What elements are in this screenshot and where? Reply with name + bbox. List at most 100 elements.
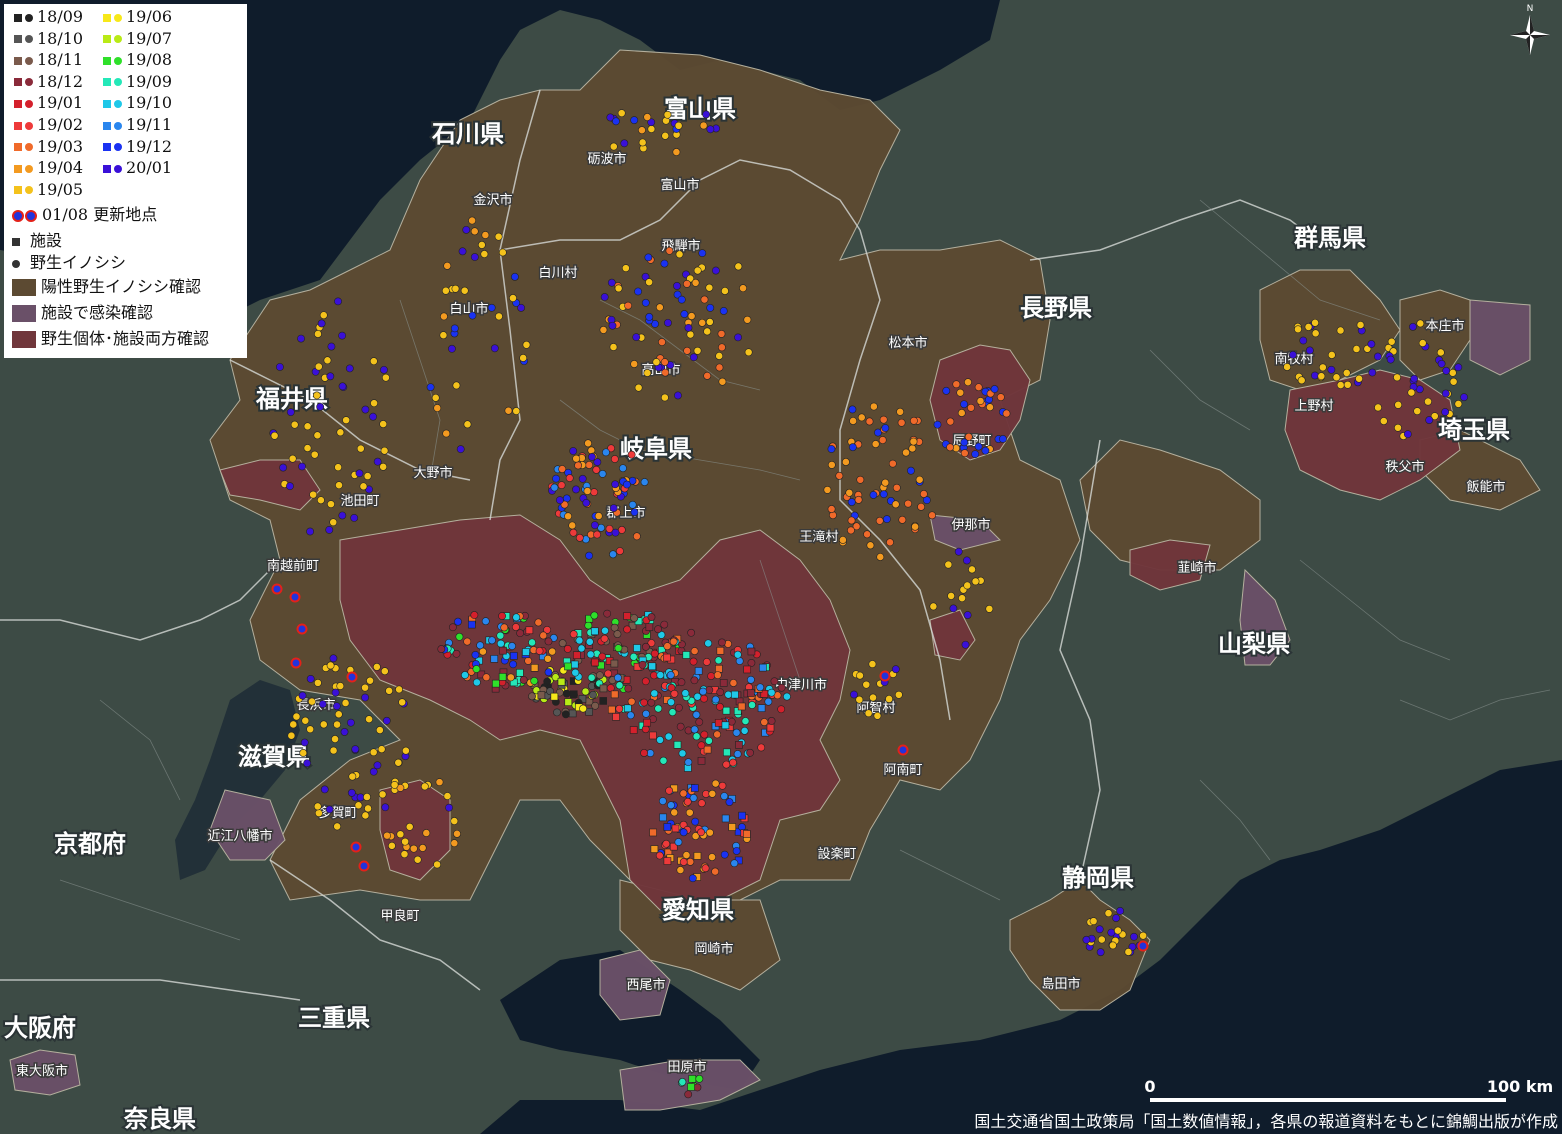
wild-boar-marker [448, 344, 456, 353]
update-point-marker [358, 860, 370, 872]
wild-boar-marker [470, 611, 479, 619]
wild-boar-marker [705, 736, 713, 745]
facility-marker [673, 741, 682, 749]
wild-boar-marker [401, 746, 410, 755]
wild-boar-marker [705, 283, 714, 292]
wild-boar-marker [614, 284, 623, 293]
wild-boar-marker [654, 704, 663, 713]
facility-marker [648, 662, 656, 671]
wild-boar-marker [512, 613, 521, 622]
wild-boar-marker [314, 330, 322, 338]
wild-boar-marker [331, 735, 339, 743]
wild-boar-marker [1327, 351, 1336, 359]
wild-boar-marker [1424, 397, 1432, 406]
wild-boar-marker [674, 391, 682, 400]
wild-boar-marker [838, 536, 847, 544]
wild-boar-marker [729, 758, 737, 767]
wild-boar-marker [683, 346, 692, 355]
facility-marker [629, 726, 638, 734]
wild-boar-marker [721, 287, 729, 295]
wild-boar-marker [300, 738, 309, 747]
legend-month-20-01: 20/01 [103, 158, 172, 178]
wild-boar-marker [847, 526, 855, 535]
city-label-ina: 伊那市 [951, 517, 990, 533]
wild-boar-marker [693, 266, 702, 275]
wild-boar-marker [663, 642, 672, 651]
legend-facility-infection: 施設で感染確認 [12, 303, 153, 323]
wild-boar-marker [463, 420, 472, 429]
wild-boar-marker [693, 692, 702, 701]
wild-boar-marker [888, 459, 897, 468]
wild-boar-marker [509, 294, 517, 302]
legend-month-19-07: 19/07 [103, 29, 172, 49]
wild-boar-marker [569, 630, 578, 639]
wild-boar-marker [714, 656, 723, 665]
wild-boar-marker [1304, 323, 1313, 331]
legend-month-19-12: 19/12 [103, 137, 172, 157]
wild-boar-marker [308, 697, 316, 706]
wild-boar-marker [445, 803, 453, 812]
city-label-chichibu: 秩父市 [1385, 459, 1424, 475]
wild-boar-marker [332, 702, 341, 711]
facility-marker [564, 698, 573, 706]
wild-boar-marker [314, 809, 323, 818]
wild-boar-marker [663, 110, 672, 119]
wild-boar-marker [584, 439, 592, 448]
pref-label-toyama: 富山県 [664, 95, 736, 123]
wild-boar-marker [717, 329, 726, 338]
wild-boar-marker [599, 326, 608, 334]
wild-boar-marker [879, 415, 888, 424]
wild-boar-marker [472, 678, 481, 687]
wild-boar-marker [910, 416, 918, 425]
wild-boar-marker [725, 798, 734, 806]
wild-boar-marker [1311, 318, 1319, 327]
wild-boar-marker [495, 312, 503, 321]
wild-boar-marker [1311, 371, 1319, 380]
wild-boar-marker [621, 264, 630, 273]
wild-boar-marker [584, 621, 593, 630]
wild-boar-marker [1124, 948, 1133, 956]
wild-boar-marker [494, 232, 503, 241]
wild-boar-marker [590, 611, 599, 620]
wild-boar-marker [555, 496, 564, 505]
wild-boar-marker [615, 681, 624, 690]
wild-boar-marker [1403, 430, 1412, 439]
wild-boar-marker [468, 311, 477, 320]
facility-marker [599, 684, 608, 693]
wild-boar-marker [325, 805, 334, 814]
scale-end-label: 100 km [1487, 1077, 1553, 1096]
wild-boar-marker [628, 500, 637, 509]
wild-boar-marker [764, 697, 773, 706]
wild-boar-marker [356, 444, 365, 453]
legend-positive-wild: 陽性野生イノシシ確認 [12, 277, 201, 297]
wild-boar-marker [1107, 928, 1116, 937]
wild-boar-marker [286, 408, 295, 417]
wild-boar-marker [442, 429, 451, 438]
wild-boar-marker [1305, 346, 1314, 355]
city-label-shirakawa: 白川村 [538, 265, 577, 281]
wild-boar-marker [331, 688, 340, 697]
facility-marker [721, 721, 730, 730]
wild-boar-marker [711, 695, 720, 704]
city-label-tahara: 田原市 [667, 1059, 706, 1075]
wild-boar-marker [638, 138, 647, 147]
wild-boar-marker [632, 333, 641, 342]
legend-dot-icon [25, 35, 33, 44]
legend-month-label: 19/10 [126, 93, 173, 113]
legend-dot-icon [25, 56, 33, 65]
wild-boar-marker [504, 406, 513, 415]
wild-boar-marker [777, 683, 786, 692]
city-label-honjo: 本庄市 [1425, 318, 1464, 334]
legend-month-19-05: 19/05 [14, 180, 83, 200]
legend-month-label: 19/03 [37, 136, 84, 156]
legend-dot-icon [25, 143, 33, 152]
wild-boar-marker [705, 318, 714, 326]
wild-boar-marker [1448, 368, 1457, 377]
wild-boar-marker [942, 386, 951, 395]
facility-marker [688, 1075, 697, 1083]
wild-boar-marker [701, 864, 710, 873]
wild-boar-marker [641, 725, 650, 734]
wild-boar-marker [711, 266, 720, 275]
wild-boar-marker [287, 731, 296, 740]
city-label-kanazawa: 金沢市 [473, 192, 512, 208]
